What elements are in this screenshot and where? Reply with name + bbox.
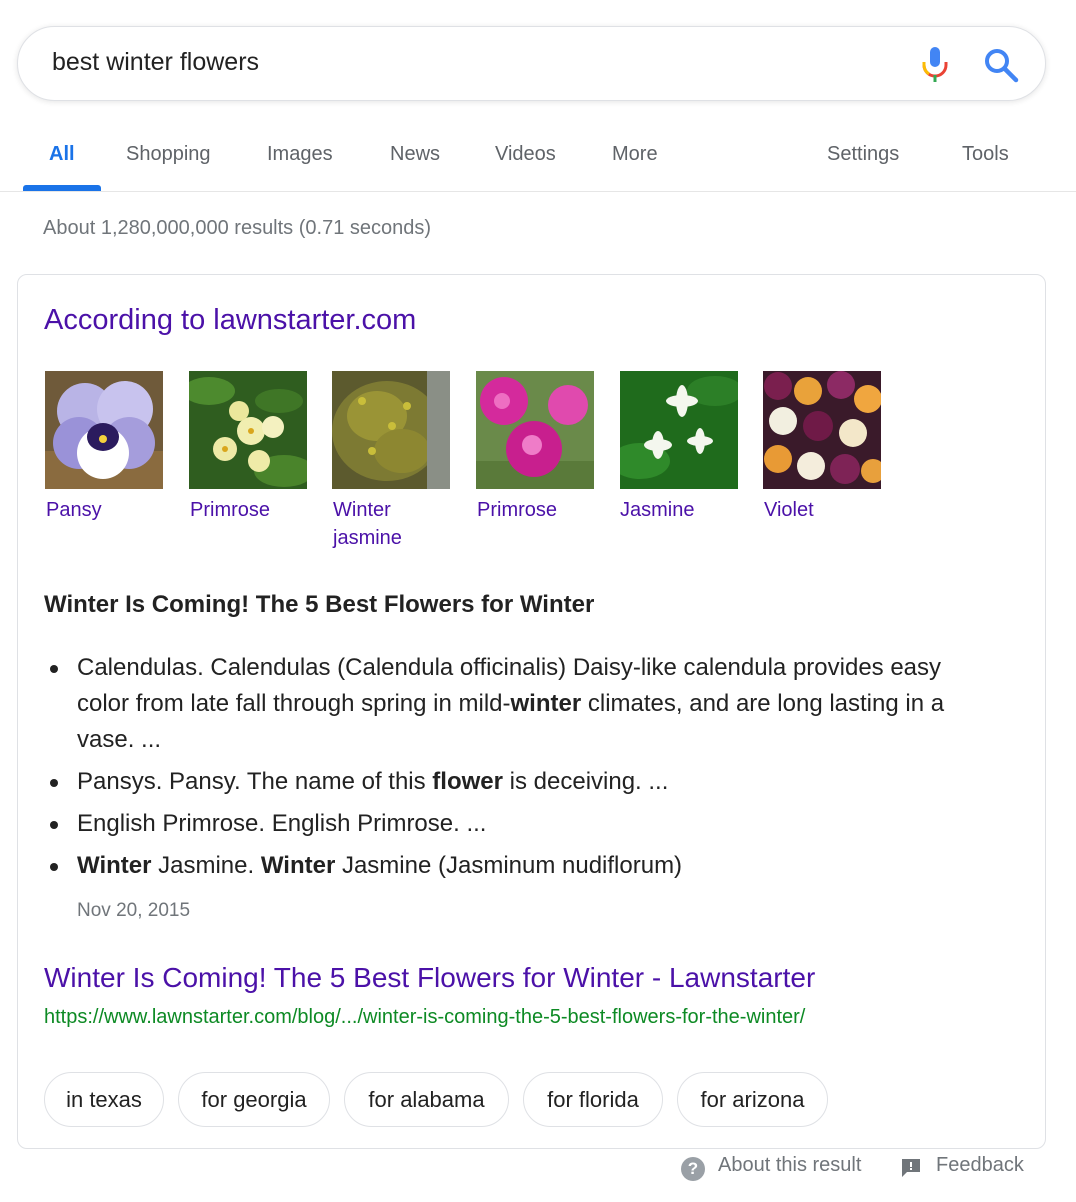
chip-for-georgia[interactable]: for georgia — [178, 1072, 330, 1127]
jasmine-image[interactable] — [620, 371, 738, 489]
chip-for-florida[interactable]: for florida — [523, 1072, 663, 1127]
list-item: Calendulas. Calendulas (Calendula offici… — [44, 650, 984, 758]
microphone-icon[interactable] — [920, 47, 950, 83]
tab-all[interactable]: All — [49, 143, 75, 166]
search-icon[interactable] — [983, 47, 1019, 83]
list-item: Pansys. Pansy. The name of this flower i… — [44, 764, 984, 800]
winter-jasmine-image[interactable] — [332, 371, 450, 489]
primrose-pink-image[interactable] — [476, 371, 594, 489]
primrose-image[interactable] — [189, 371, 307, 489]
image-label-violet[interactable]: Violet — [764, 496, 874, 524]
snippet-title: Winter Is Coming! The 5 Best Flowers for… — [44, 591, 595, 618]
search-input[interactable]: best winter flowers — [52, 48, 259, 77]
tabs-divider — [0, 191, 1076, 192]
tab-images[interactable]: Images — [267, 143, 333, 166]
feedback-icon — [902, 1159, 920, 1177]
tab-tools[interactable]: Tools — [962, 143, 1009, 166]
pansy-image[interactable] — [45, 371, 163, 489]
result-url: https://www.lawnstarter.com/blog/.../win… — [44, 1006, 806, 1028]
violet-image[interactable] — [763, 371, 881, 489]
image-label-jasmine[interactable]: Jasmine — [620, 496, 730, 524]
list-item: English Primrose. English Primrose. ... — [44, 806, 984, 842]
tab-news[interactable]: News — [390, 143, 440, 166]
snippet-source-link[interactable]: According to lawnstarter.com — [44, 304, 416, 337]
image-label-primrose[interactable]: Primrose — [190, 496, 300, 524]
list-item: Winter Jasmine. Winter Jasmine (Jasminum… — [44, 848, 984, 884]
tab-videos[interactable]: Videos — [495, 143, 556, 166]
feedback-link[interactable]: Feedback — [936, 1154, 1024, 1177]
result-title-link[interactable]: Winter Is Coming! The 5 Best Flowers for… — [44, 962, 815, 994]
tab-more[interactable]: More — [612, 143, 658, 166]
snippet-date: Nov 20, 2015 — [77, 900, 191, 921]
chip-for-alabama[interactable]: for alabama — [344, 1072, 509, 1127]
about-this-result-link[interactable]: About this result — [718, 1154, 861, 1177]
tab-settings[interactable]: Settings — [827, 143, 899, 166]
image-label-winter-jasmine[interactable]: Winter jasmine — [333, 496, 443, 552]
result-stats: About 1,280,000,000 results (0.71 second… — [43, 217, 432, 239]
image-label-primrose-2[interactable]: Primrose — [477, 496, 587, 524]
help-icon: ? — [681, 1157, 705, 1181]
snippet-list: Calendulas. Calendulas (Calendula offici… — [44, 650, 984, 890]
image-label-pansy[interactable]: Pansy — [46, 496, 156, 524]
chip-in-texas[interactable]: in texas — [44, 1072, 164, 1127]
tab-shopping[interactable]: Shopping — [126, 143, 211, 166]
search-box[interactable]: best winter flowers — [17, 26, 1046, 101]
search-tabs: All Shopping Images News Videos More Set… — [0, 120, 1076, 192]
chip-for-arizona[interactable]: for arizona — [677, 1072, 828, 1127]
